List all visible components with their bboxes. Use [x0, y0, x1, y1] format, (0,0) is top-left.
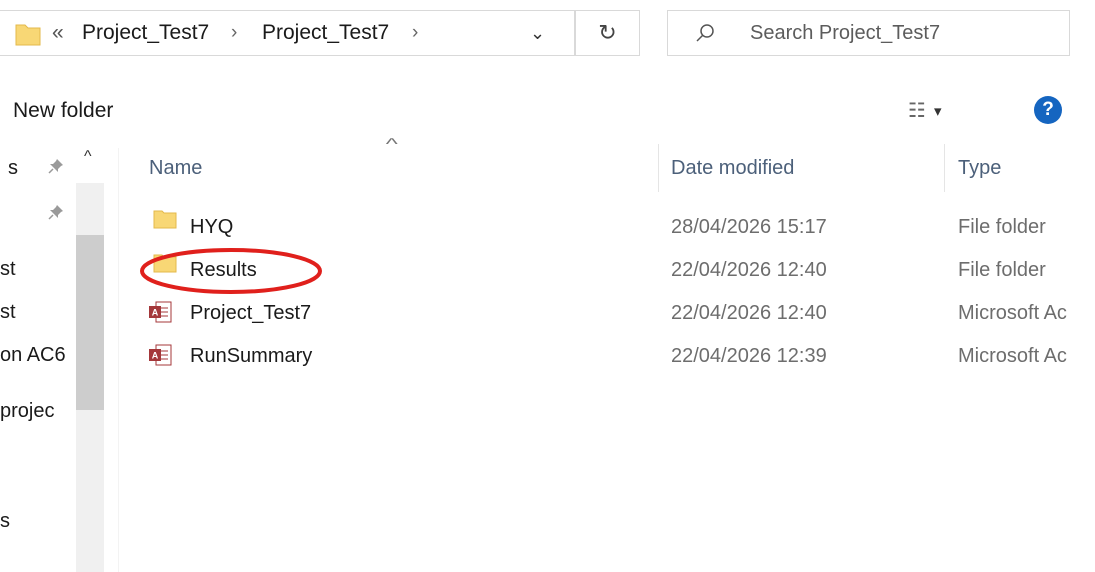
- file-date: 22/04/2026 12:40: [671, 302, 827, 324]
- search-box[interactable]: Search Project_Test7: [667, 10, 1070, 56]
- column-divider[interactable]: [658, 144, 659, 192]
- file-type: Microsoft Ac: [958, 302, 1067, 324]
- breadcrumb-item[interactable]: Project_Test7: [262, 21, 389, 45]
- sort-indicator-icon: ^: [385, 136, 398, 153]
- view-options-icon[interactable]: ☷: [908, 98, 926, 123]
- nav-scrollbar-thumb[interactable]: [76, 235, 104, 410]
- folder-icon: [153, 210, 177, 229]
- nav-item[interactable]: projec: [0, 400, 54, 423]
- address-dropdown-icon[interactable]: ⌄: [530, 23, 545, 44]
- refresh-button[interactable]: ↻: [575, 10, 640, 56]
- view-dropdown-icon[interactable]: ▾: [934, 102, 942, 120]
- breadcrumb-overflow-icon[interactable]: «: [52, 21, 64, 45]
- annotation-circle: [140, 248, 322, 294]
- file-row[interactable]: A Project_Test7 22/04/2026 12:40 Microso…: [140, 292, 1095, 332]
- nav-scroll-up-icon[interactable]: ^: [84, 148, 92, 166]
- file-type: File folder: [958, 259, 1046, 281]
- file-name[interactable]: Project_Test7: [190, 302, 311, 325]
- column-divider[interactable]: [944, 144, 945, 192]
- access-file-icon: A: [149, 344, 172, 366]
- file-row[interactable]: HYQ 28/04/2026 15:17 File folder: [140, 206, 1095, 246]
- address-bar[interactable]: « Project_Test7 › Project_Test7 › ⌄: [0, 10, 575, 56]
- nav-item[interactable]: st: [0, 301, 16, 324]
- breadcrumb-separator-icon[interactable]: ›: [231, 22, 237, 44]
- file-type: Microsoft Ac: [958, 345, 1067, 367]
- search-icon: [696, 24, 714, 42]
- breadcrumb-separator-icon[interactable]: ›: [412, 22, 418, 44]
- refresh-icon: ↻: [598, 20, 617, 45]
- pane-divider: [118, 148, 119, 572]
- pin-icon[interactable]: [47, 203, 65, 221]
- help-button[interactable]: ?: [1034, 96, 1062, 124]
- nav-item[interactable]: on AC6: [0, 344, 66, 367]
- file-type: File folder: [958, 216, 1046, 238]
- folder-icon: [15, 24, 41, 46]
- nav-item[interactable]: st: [0, 258, 16, 281]
- file-name[interactable]: HYQ: [190, 216, 233, 239]
- svg-text:A: A: [152, 351, 159, 361]
- search-input[interactable]: Search Project_Test7: [750, 22, 940, 45]
- column-header-type[interactable]: Type: [958, 157, 1001, 180]
- nav-item[interactable]: s: [8, 157, 18, 180]
- file-row[interactable]: A RunSummary 22/04/2026 12:39 Microsoft …: [140, 335, 1095, 375]
- file-name[interactable]: RunSummary: [190, 345, 312, 368]
- column-header-date-modified[interactable]: Date modified: [671, 157, 794, 180]
- help-icon: ?: [1042, 99, 1054, 120]
- file-date: 28/04/2026 15:17: [671, 216, 827, 238]
- new-folder-button[interactable]: New folder: [13, 99, 113, 123]
- nav-item[interactable]: s: [0, 510, 10, 533]
- pin-icon[interactable]: [47, 157, 65, 175]
- column-header-name[interactable]: Name: [149, 157, 202, 180]
- svg-text:A: A: [152, 308, 159, 318]
- breadcrumb-item[interactable]: Project_Test7: [82, 21, 209, 45]
- access-file-icon: A: [149, 301, 172, 323]
- file-date: 22/04/2026 12:40: [671, 259, 827, 281]
- file-date: 22/04/2026 12:39: [671, 345, 827, 367]
